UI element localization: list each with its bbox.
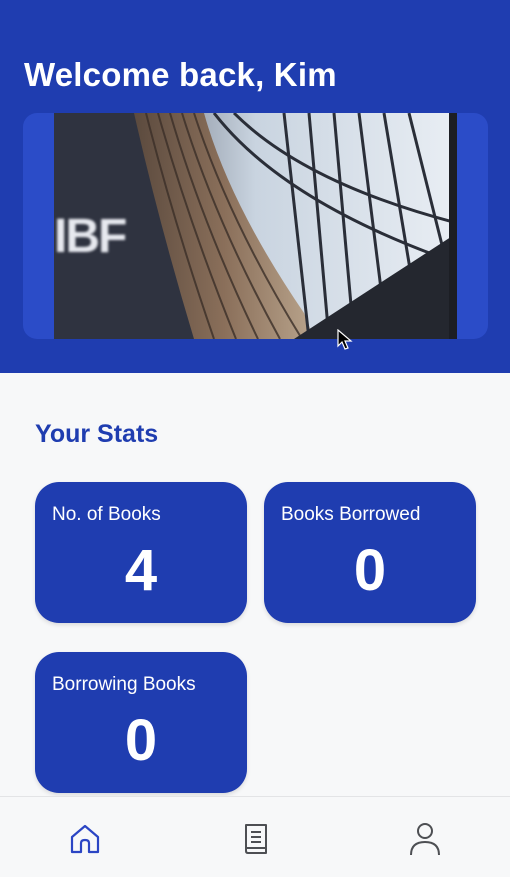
book-icon	[245, 824, 267, 854]
stat-card-value: 0	[353, 538, 387, 603]
nav-profile-button[interactable]	[405, 819, 445, 859]
stat-card-label: Borrowing Books	[52, 674, 196, 695]
bottom-navigation	[0, 796, 510, 877]
library-banner-image: IBF	[54, 113, 457, 339]
welcome-title: Welcome back, Kim	[24, 56, 337, 93]
stat-card-number-of-books[interactable]: No. of Books 4	[35, 482, 247, 623]
nav-books-button[interactable]	[236, 819, 276, 859]
stats-title: Your Stats	[35, 420, 159, 448]
nav-home-button[interactable]	[65, 819, 105, 859]
banner-logo: IBF	[54, 209, 127, 263]
banner[interactable]: IBF	[23, 113, 488, 339]
stat-card-books-borrowed[interactable]: Books Borrowed 0	[264, 482, 476, 623]
profile-icon	[410, 823, 440, 856]
stat-card-value: 0	[124, 708, 158, 773]
home-icon	[70, 824, 100, 854]
stat-card-borrowing-books[interactable]: Borrowing Books 0	[35, 652, 247, 793]
stat-card-value: 4	[124, 538, 158, 603]
mouse-cursor-icon	[337, 329, 353, 350]
header: Welcome back, Kim IBF	[0, 0, 510, 373]
stat-card-label: Books Borrowed	[281, 504, 421, 525]
stat-card-label: No. of Books	[52, 504, 161, 525]
